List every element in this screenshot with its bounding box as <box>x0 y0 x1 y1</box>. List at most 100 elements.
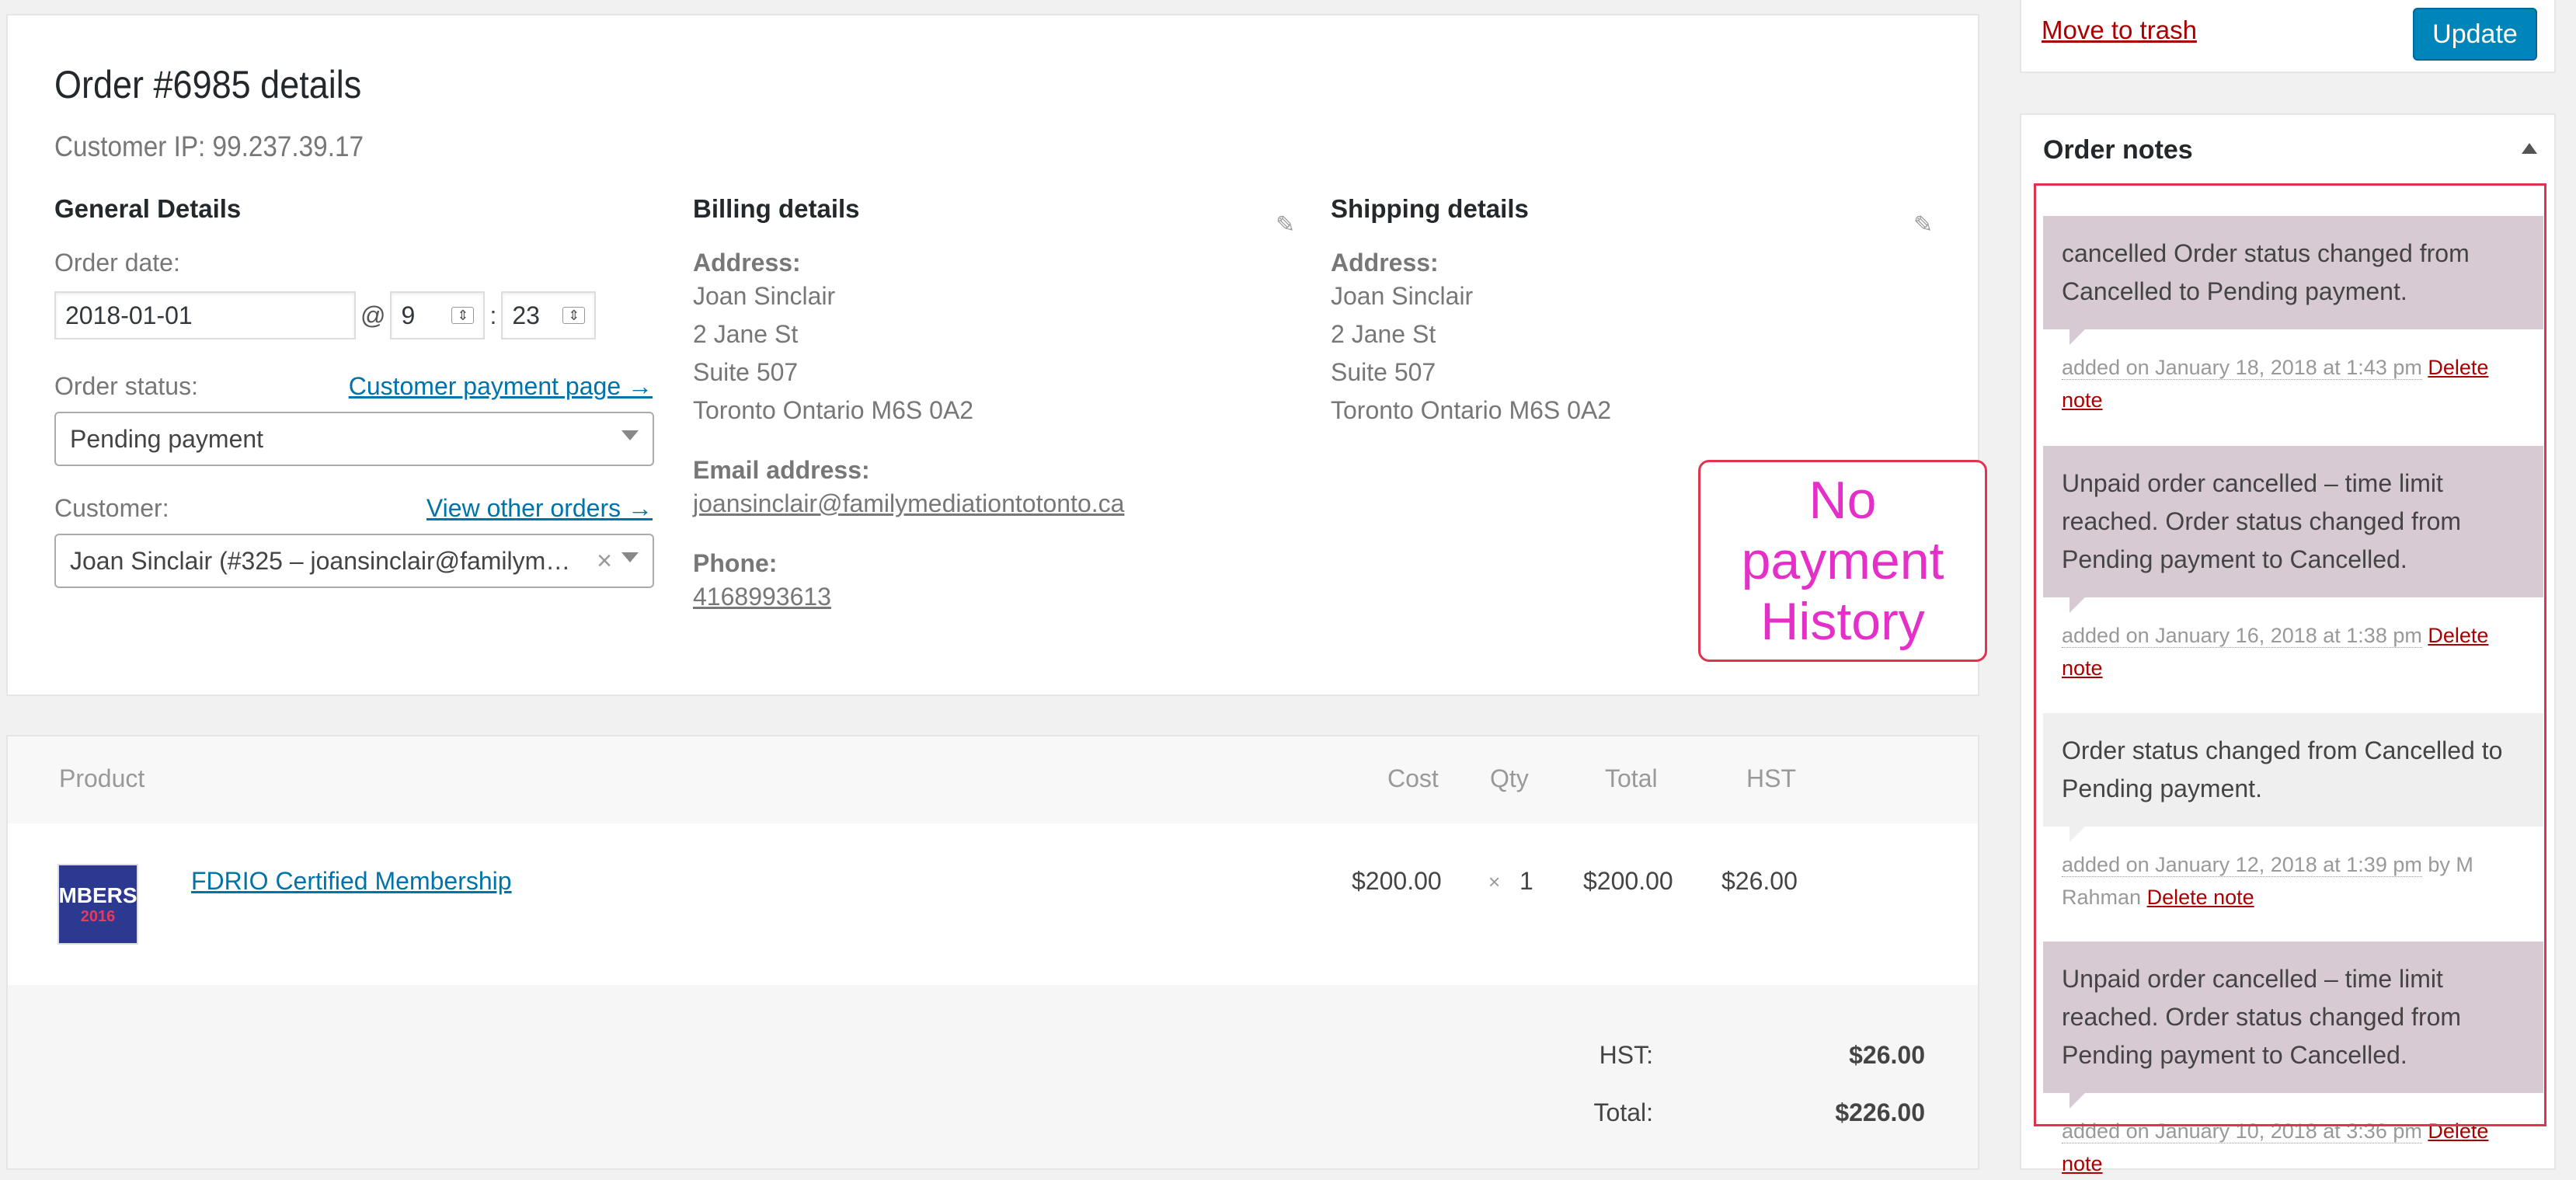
note-date: added on January 16, 2018 at 1:38 pm <box>2062 624 2422 648</box>
callout-line: payment <box>1741 531 1944 590</box>
customer-label: Customer: <box>54 494 169 522</box>
order-data-panel: Order #6985 details Customer IP: 99.237.… <box>6 14 1987 696</box>
move-to-trash-link[interactable]: Move to trash <box>2042 16 2197 45</box>
email-label: Email address: <box>693 456 870 484</box>
product-name-link[interactable]: FDRIO Certified Membership <box>191 867 512 896</box>
thumbnail-text: MBERS <box>58 882 138 907</box>
billing-details-heading: Billing details <box>693 194 860 223</box>
header-cost: Cost <box>1387 764 1439 792</box>
thumbnail-year: 2016 <box>80 907 116 925</box>
note-text: Order status changed from Cancelled to P… <box>2062 736 2503 802</box>
order-minute-input[interactable]: 23 ⇕ <box>501 291 597 339</box>
items-header: Product Cost Qty Total HST <box>8 736 1978 823</box>
header-qty: Qty <box>1490 764 1529 792</box>
annotation-callout: No payment History <box>1698 460 1987 662</box>
collapse-toggle-icon[interactable] <box>2522 143 2537 154</box>
edit-pencil-icon[interactable]: ✎ <box>1276 211 1295 238</box>
item-cost: $200.00 <box>1352 867 1442 895</box>
shipping-address-line: Joan Sinclair <box>1331 282 1474 310</box>
note-item: Unpaid order cancelled – time limit reac… <box>2043 446 2543 684</box>
general-details-heading: General Details <box>54 194 242 223</box>
billing-address-line: 2 Jane St <box>693 320 799 348</box>
customer-row: Customer: View other orders → <box>54 494 653 523</box>
product-thumbnail[interactable]: MBERS 2016 <box>57 864 138 945</box>
note-tail <box>2070 1093 2085 1109</box>
order-title: Order #6985 details <box>54 63 362 106</box>
order-hour-input[interactable]: 9 ⇕ <box>390 291 486 339</box>
table-row: MBERS 2016 FDRIO Certified Membership $2… <box>8 823 1978 987</box>
shipping-details: Shipping details ✎ Address: Joan Sinclai… <box>1331 194 1933 456</box>
shipping-address-line: 2 Jane St <box>1331 320 1436 348</box>
note-meta: added on January 18, 2018 at 1:43 pm Del… <box>2043 329 2543 416</box>
item-hst: $26.00 <box>1721 867 1798 895</box>
order-status-row: Order status: Customer payment page → <box>54 372 653 401</box>
note-content: Unpaid order cancelled – time limit reac… <box>2043 446 2543 613</box>
order-notes-box: Order notes cancelled Order status chang… <box>2020 113 2556 1175</box>
delete-note-link[interactable]: Delete note <box>2147 886 2254 909</box>
customer-select[interactable]: Joan Sinclair (#325 – joansinclair@famil… <box>54 534 654 588</box>
billing-phone: Phone: 4168993613 <box>693 549 1291 616</box>
header-product: Product <box>59 764 145 792</box>
billing-address-line: Joan Sinclair <box>693 282 836 310</box>
customer-value: Joan Sinclair (#325 – joansinclair@famil… <box>70 546 575 575</box>
customer-ip: Customer IP: 99.237.39.17 <box>54 131 364 162</box>
phone-link[interactable]: 4168993613 <box>693 578 1291 616</box>
item-qty: 1 <box>1519 867 1533 895</box>
note-meta: added on January 12, 2018 at 1:39 pm by … <box>2043 827 2543 914</box>
note-content: Unpaid order cancelled – time limit reac… <box>2043 942 2543 1109</box>
billing-address-line: Suite 507 <box>693 358 799 386</box>
order-status-select[interactable]: Pending payment <box>54 412 654 466</box>
billing-details: Billing details ✎ Address: Joan Sinclair… <box>693 194 1295 642</box>
time-separator: : <box>489 301 497 329</box>
note-text: cancelled Order status changed from Canc… <box>2062 239 2470 305</box>
chevron-down-icon <box>621 430 639 440</box>
order-actions-box: Move to trash Update <box>2020 0 2556 73</box>
note-meta: added on January 10, 2018 at 3:36 pm Del… <box>2043 1093 2543 1180</box>
shipping-address-line: Toronto Ontario M6S 0A2 <box>1331 396 1612 424</box>
header-total: Total <box>1605 764 1658 792</box>
note-content: cancelled Order status changed from Canc… <box>2043 216 2543 345</box>
shipping-details-heading: Shipping details <box>1331 194 1529 223</box>
order-total-label: Total: <box>1593 1098 1653 1126</box>
clear-icon[interactable]: × <box>597 546 612 576</box>
hst-total-label: HST: <box>1599 1041 1653 1069</box>
general-details: General Details Order date: 2018-01-01 @… <box>54 194 654 588</box>
order-date-input[interactable]: 2018-01-01 <box>54 291 356 339</box>
hst-total-value: $26.00 <box>1849 1041 1925 1069</box>
edit-pencil-icon[interactable]: ✎ <box>1913 211 1933 238</box>
spinner-icon[interactable]: ⇕ <box>451 307 475 324</box>
billing-address: Address: Joan Sinclair 2 Jane St Suite 5… <box>693 249 1291 430</box>
order-hour-value: 9 <box>401 301 416 329</box>
note-tail <box>2070 597 2085 613</box>
note-tail <box>2070 827 2085 842</box>
callout-line: History <box>1760 592 1925 651</box>
update-button[interactable]: Update <box>2413 8 2537 61</box>
phone-label: Phone: <box>693 549 778 577</box>
note-item: Order status changed from Cancelled to P… <box>2043 713 2543 914</box>
order-status-value: Pending payment <box>70 424 264 453</box>
shipping-address-label: Address: <box>1331 249 1439 277</box>
note-date: added on January 18, 2018 at 1:43 pm <box>2062 356 2422 380</box>
order-totals: HST: $26.00 Total: $226.00 <box>8 985 1978 1168</box>
billing-email: Email address: joansinclair@familymediat… <box>693 456 1291 523</box>
email-link[interactable]: joansinclair@familymediationtotonto.ca <box>693 485 1291 523</box>
spinner-icon[interactable]: ⇕ <box>562 307 586 324</box>
header-hst: HST <box>1746 764 1796 792</box>
note-meta: added on January 16, 2018 at 1:38 pm Del… <box>2043 597 2543 684</box>
view-other-orders-link[interactable]: View other orders → <box>426 494 653 523</box>
note-text: Unpaid order cancelled – time limit reac… <box>2062 469 2462 573</box>
note-date: added on January 10, 2018 at 3:36 pm <box>2062 1119 2422 1143</box>
order-date-label: Order date: <box>54 249 180 277</box>
order-minute-value: 23 <box>512 301 540 329</box>
billing-address-label: Address: <box>693 249 801 277</box>
at-sign: @ <box>360 301 386 329</box>
customer-payment-page-link[interactable]: Customer payment page → <box>349 372 653 401</box>
order-notes-title: Order notes <box>2043 135 2193 165</box>
order-date-row: 2018-01-01 @ 9 ⇕ : 23 ⇕ <box>54 290 653 341</box>
note-item: cancelled Order status changed from Canc… <box>2043 216 2543 416</box>
callout-line: No <box>1808 471 1877 530</box>
note-date: added on January 12, 2018 at 1:39 pm <box>2062 853 2422 877</box>
note-item: Unpaid order cancelled – time limit reac… <box>2043 942 2543 1180</box>
order-items-panel: Product Cost Qty Total HST MBERS 2016 FD… <box>6 735 1979 1170</box>
order-status-label: Order status: <box>54 372 198 400</box>
